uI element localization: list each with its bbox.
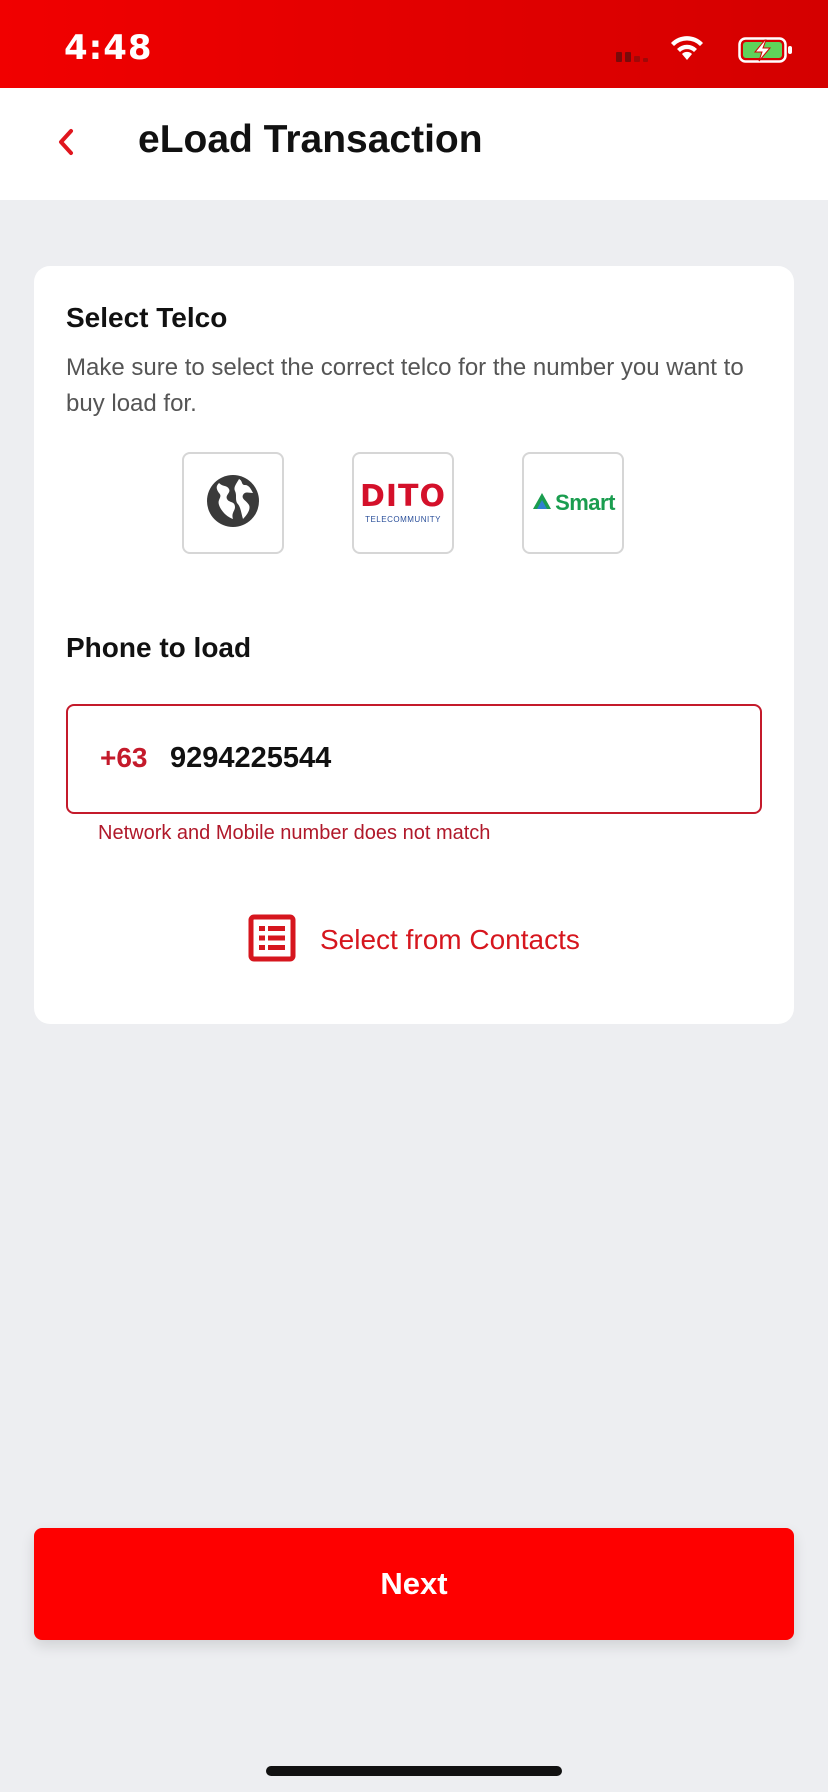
phone-to-load-title: Phone to load [66, 632, 252, 663]
status-time: 4:48 [64, 28, 153, 68]
phone-error-message: Network and Mobile number does not match [98, 822, 491, 844]
select-from-contacts-button[interactable]: Select from Contacts [248, 912, 580, 968]
select-from-contacts-label: Select from Contacts [320, 924, 580, 955]
smart-logo-text: Smart [555, 490, 615, 515]
telco-option-dito[interactable]: DITO TELECOMMUNITY [352, 452, 454, 554]
dito-logo-text: DITO [359, 479, 447, 514]
page-title: eLoad Transaction [138, 118, 483, 161]
dito-logo-subtext: TELECOMMUNITY [365, 515, 441, 524]
eload-form-card: Select Telco Make sure to select the cor… [34, 266, 794, 1024]
battery-charging-icon [738, 36, 794, 69]
smart-mountain-icon [531, 491, 553, 516]
chevron-left-icon [55, 127, 77, 162]
home-indicator [266, 1766, 562, 1776]
wifi-icon [670, 36, 704, 67]
telco-option-smart[interactable]: Smart [522, 452, 624, 554]
telco-option-globe[interactable] [182, 452, 284, 554]
select-telco-description: Make sure to select the correct telco fo… [66, 354, 744, 417]
smart-logo: Smart [531, 490, 615, 516]
status-bar: 4:48 [0, 0, 828, 88]
back-button[interactable] [38, 116, 94, 172]
status-icons [594, 34, 794, 64]
phone-number-input[interactable] [170, 742, 670, 775]
app-header: eLoad Transaction [0, 88, 828, 200]
select-telco-title: Select Telco [66, 302, 228, 333]
signal-icon [616, 48, 656, 67]
dito-logo: DITO TELECOMMUNITY [359, 479, 447, 525]
next-button[interactable]: Next [34, 1528, 794, 1640]
contact-list-icon [248, 914, 296, 967]
country-code: +63 [100, 742, 148, 773]
globe-icon [205, 473, 261, 534]
phone-number-field[interactable]: +63 [66, 704, 762, 814]
